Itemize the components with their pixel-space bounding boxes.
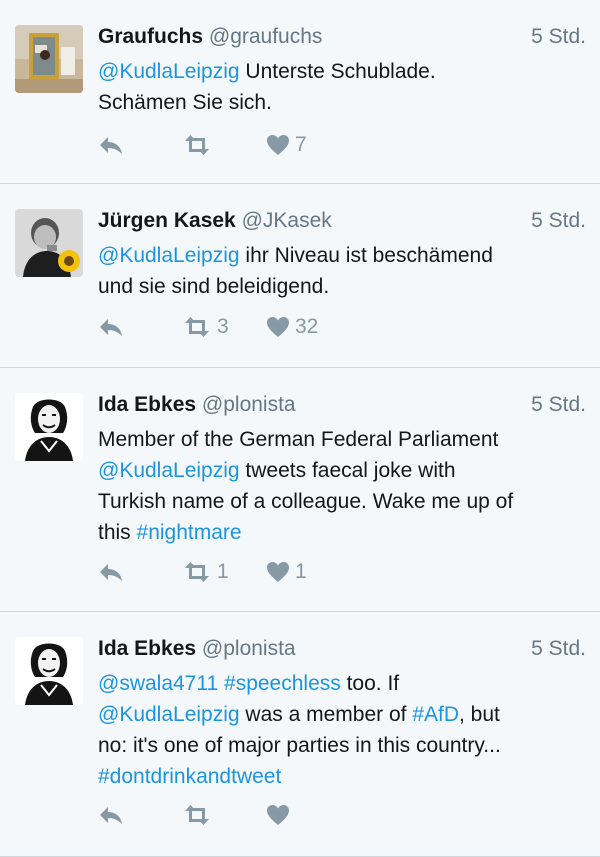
tweet-text-line: Member of the German Federal Parliament [98, 424, 586, 455]
heart-icon [266, 561, 290, 583]
tweet-text-line: Turkish name of a colleague. Wake me up … [98, 486, 586, 517]
text-segment: Schämen Sie sich. [98, 91, 272, 114]
text-segment: was a member of [239, 703, 413, 726]
retweet-button[interactable]: 3 [182, 315, 266, 339]
tweet-text-line: @KudlaLeipzig was a member of #AfD, but [98, 699, 586, 730]
timestamp[interactable]: 5 Std. [531, 20, 586, 54]
tweet-text: @KudlaLeipzig ihr Niveau ist beschämend u… [98, 240, 586, 302]
retweet-icon [182, 134, 212, 156]
tweet-text-line: Schämen Sie sich. [98, 87, 586, 118]
retweet-count: 3 [217, 315, 229, 338]
tweet-text-line: no: it's one of major parties in this co… [98, 730, 586, 761]
retweet-icon [182, 804, 212, 826]
author-name[interactable]: Ida Ebkes [98, 637, 196, 660]
text-segment: Turkish name of a colleague. Wake me up … [98, 490, 514, 513]
text-segment: Member of the German Federal Parliament [98, 428, 499, 451]
tweet-header: Ida Ebkes @plonista 5 Std. [98, 388, 586, 422]
reply-button[interactable] [98, 561, 182, 583]
tweet-text-line: @KudlaLeipzig tweets faecal joke with [98, 455, 586, 486]
mention-link[interactable]: @KudlaLeipzig [98, 60, 240, 83]
retweet-icon [182, 316, 212, 338]
text-segment: too. If [340, 672, 400, 695]
tweet-text-line: this #nightmare [98, 517, 586, 548]
tweet[interactable]: Ida Ebkes @plonista 5 Std. Member of the G… [0, 368, 600, 612]
like-count: 32 [295, 315, 319, 338]
author-name[interactable]: Ida Ebkes [98, 393, 196, 416]
reply-icon [98, 561, 124, 583]
jkasek-avatar[interactable] [15, 209, 83, 277]
tweet-text-line: und sie sind beleidigend. [98, 271, 586, 302]
mention-link[interactable]: @KudlaLeipzig [98, 459, 240, 482]
like-button[interactable]: 1 [266, 560, 350, 584]
author-handle[interactable]: @JKasek [242, 209, 332, 232]
text-segment: und sie sind beleidigend. [98, 275, 330, 298]
hashtag-link[interactable]: #dontdrinkandtweet [98, 765, 281, 788]
mention-link[interactable]: @swala4711 [98, 672, 218, 695]
timestamp[interactable]: 5 Std. [531, 204, 586, 238]
like-button[interactable]: 32 [266, 315, 350, 339]
tweet-header: Graufuchs @graufuchs 5 Std. [98, 20, 586, 54]
tweet-text: Member of the German Federal Parliament @… [98, 424, 586, 548]
retweet-button[interactable]: 1 [182, 560, 266, 584]
plonista-avatar[interactable] [15, 393, 83, 461]
reply-icon [98, 134, 124, 156]
retweet-count: 1 [217, 560, 229, 583]
tweet-actions: 3 32 [98, 312, 350, 342]
tweet[interactable]: Jürgen Kasek @JKasek 5 Std. @KudlaLeipzig … [0, 184, 600, 368]
text-segment: ihr Niveau ist beschämend [239, 244, 493, 267]
tweet-text: @swala4711 #speechless too. If @KudlaLeip… [98, 668, 586, 792]
tweet-actions [98, 800, 350, 830]
plonista-avatar[interactable] [15, 637, 83, 705]
tweet-text-line: @KudlaLeipzig Unterste Schublade. [98, 56, 586, 87]
author-name[interactable]: Graufuchs [98, 25, 203, 48]
heart-icon [266, 316, 290, 338]
retweet-button[interactable] [182, 134, 266, 156]
retweet-button[interactable] [182, 804, 266, 826]
author-name[interactable]: Jürgen Kasek [98, 209, 236, 232]
timestamp[interactable]: 5 Std. [531, 388, 586, 422]
tweet-header: Ida Ebkes @plonista 5 Std. [98, 632, 586, 666]
reply-button[interactable] [98, 804, 182, 826]
heart-icon [266, 804, 290, 826]
tweet-actions: 7 [98, 130, 350, 160]
text-segment: no: it's one of major parties in this co… [98, 734, 501, 757]
tweet-header: Jürgen Kasek @JKasek 5 Std. [98, 204, 586, 238]
tweet-text-line: @swala4711 #speechless too. If [98, 668, 586, 699]
tweet[interactable]: Ida Ebkes @plonista 5 Std. @swala4711 #spe… [0, 612, 600, 857]
text-segment: Unterste Schublade. [239, 60, 436, 83]
heart-icon [266, 134, 290, 156]
retweet-icon [182, 561, 212, 583]
like-button[interactable] [266, 804, 350, 826]
text-segment: this [98, 521, 137, 544]
tweet-text-line: @KudlaLeipzig ihr Niveau ist beschämend [98, 240, 586, 271]
reply-icon [98, 316, 124, 338]
tweet-text-line: #dontdrinkandtweet [98, 761, 586, 792]
mention-link[interactable]: @KudlaLeipzig [98, 703, 240, 726]
author-handle[interactable]: @plonista [202, 393, 296, 416]
hashtag-link[interactable]: #speechless [224, 672, 341, 695]
reply-button[interactable] [98, 316, 182, 338]
hashtag-link[interactable]: #nightmare [137, 521, 242, 544]
tweet[interactable]: Graufuchs @graufuchs 5 Std. @KudlaLeipzig … [0, 0, 600, 184]
hashtag-link[interactable]: #AfD [412, 703, 459, 726]
author-handle[interactable]: @plonista [202, 637, 296, 660]
tweet-actions: 11 [98, 557, 350, 587]
graufuchs-avatar[interactable] [15, 25, 83, 93]
author-handle[interactable]: @graufuchs [209, 25, 323, 48]
tweet-text: @KudlaLeipzig Unterste Schublade. Schämen… [98, 56, 586, 118]
like-count: 7 [295, 133, 307, 156]
text-segment: tweets faecal joke with [239, 459, 456, 482]
mention-link[interactable]: @KudlaLeipzig [98, 244, 240, 267]
text-segment: , but [459, 703, 500, 726]
reply-button[interactable] [98, 134, 182, 156]
reply-icon [98, 804, 124, 826]
timestamp[interactable]: 5 Std. [531, 632, 586, 666]
like-button[interactable]: 7 [266, 133, 350, 157]
like-count: 1 [295, 560, 307, 583]
